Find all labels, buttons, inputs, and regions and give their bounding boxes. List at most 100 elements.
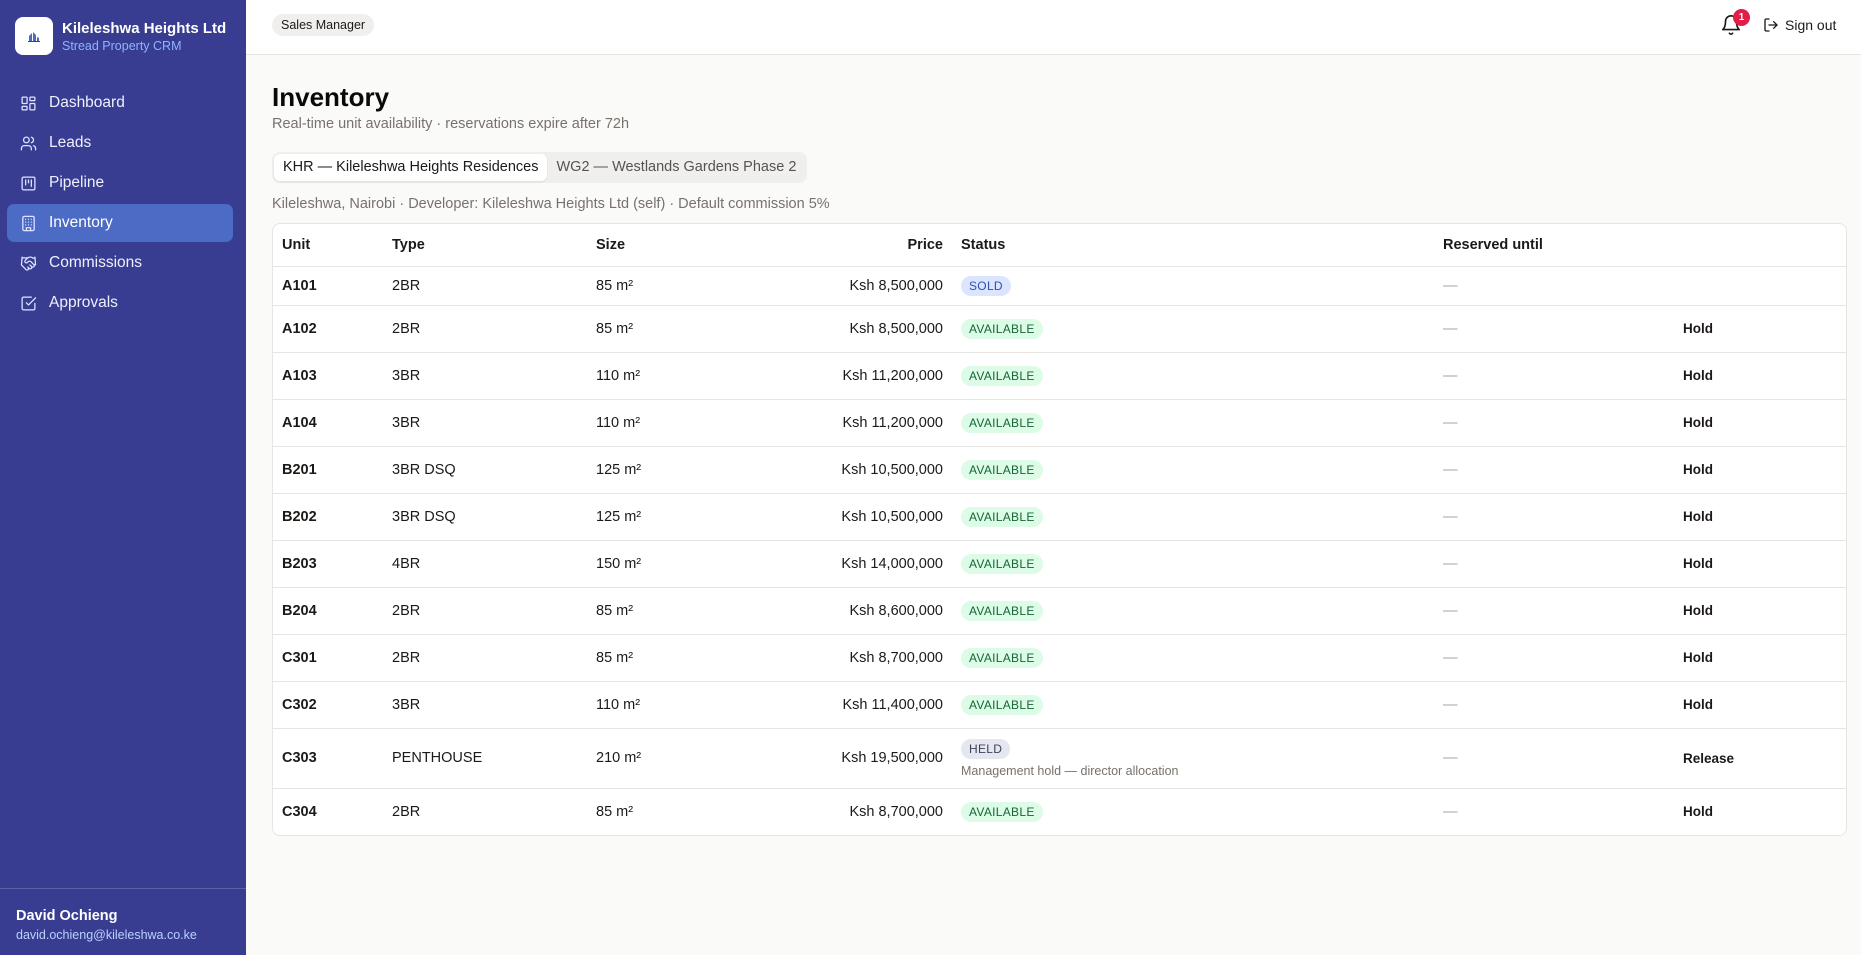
- cell-type: 3BR: [383, 681, 587, 729]
- release-button[interactable]: Release: [1683, 751, 1734, 766]
- cell-action: Hold: [1674, 493, 1846, 541]
- header-status: Status: [952, 224, 1434, 267]
- status-badge: HELD: [961, 738, 1011, 759]
- cell-size: 85 m²: [596, 803, 634, 820]
- company-name: Kileleshwa Heights Ltd: [62, 19, 227, 37]
- cell-type: 2BR: [392, 803, 421, 820]
- hold-button[interactable]: Hold: [1683, 556, 1713, 571]
- cell-price: Ksh 10,500,000: [727, 446, 952, 494]
- cell-price: Ksh 8,700,000: [849, 803, 943, 820]
- users-icon: [19, 134, 37, 152]
- status-badge: AVAILABLE: [961, 694, 1043, 715]
- hold-button[interactable]: Hold: [1683, 697, 1713, 712]
- cell-reserved-until: —: [1434, 540, 1674, 588]
- top-bar: Sales Manager 1 Sign out: [246, 0, 1861, 55]
- cell-unit: C303: [273, 728, 383, 789]
- hold-button[interactable]: Hold: [1683, 804, 1713, 819]
- tab-project-1[interactable]: KHR — Kileleshwa Heights Residences: [274, 154, 548, 181]
- cell-reserved-until: —: [1434, 493, 1674, 541]
- cell-size: 110 m²: [587, 352, 727, 400]
- cell-price: Ksh 19,500,000: [727, 728, 952, 789]
- cell-size: 125 m²: [587, 446, 727, 494]
- cell-price: Ksh 10,500,000: [727, 493, 952, 541]
- cell-type: PENTHOUSE: [383, 728, 587, 789]
- cell-unit: B201: [273, 446, 383, 494]
- cell-type: 3BR DSQ: [383, 493, 587, 541]
- cell-price: Ksh 8,500,000: [727, 305, 952, 353]
- kanban-icon: [19, 174, 37, 192]
- role-badge: Sales Manager: [272, 14, 375, 36]
- brand: Kileleshwa Heights Ltd Stread Property C…: [15, 17, 226, 55]
- hold-button[interactable]: Hold: [1683, 415, 1713, 430]
- sign-out-button[interactable]: Sign out: [1763, 14, 1836, 36]
- header-type: Type: [383, 224, 587, 267]
- sidebar-item-approvals[interactable]: Approvals: [7, 284, 233, 322]
- cell-status: SOLD: [952, 266, 1434, 306]
- header-price: Price: [727, 224, 952, 267]
- status-badge: SOLD: [961, 275, 1011, 296]
- table-row: B202 3BR DSQ 125 m² Ksh 10,500,000 AVAILABLE…: [273, 493, 1846, 541]
- sidebar-item-label: Approvals: [49, 294, 118, 311]
- cell-reserved-until: —: [1434, 305, 1674, 353]
- cell-action: Hold: [1674, 540, 1846, 588]
- handshake-icon: [19, 254, 37, 272]
- user-profile: David Ochieng david.ochieng@kileleshwa.c…: [0, 888, 246, 955]
- building-logo-icon: [15, 17, 53, 55]
- page-subtitle: Real-time unit availability · reservatio…: [272, 116, 630, 132]
- status-badge: AVAILABLE: [961, 459, 1043, 480]
- hold-button[interactable]: Hold: [1683, 321, 1713, 336]
- table-row: A104 3BR 110 m² Ksh 11,200,000 AVAILABLE — Hol…: [273, 399, 1846, 447]
- header-reserved-until: Reserved until: [1434, 224, 1674, 267]
- cell-status: AVAILABLE: [952, 634, 1434, 682]
- cell-action: Hold: [1674, 634, 1846, 682]
- cell-action: Hold: [1674, 788, 1846, 835]
- table-row: B204 2BR 85 m² Ksh 8,600,000 AVAILABLE — Hold: [273, 587, 1846, 635]
- cell-size: 85 m²: [587, 266, 727, 306]
- table-row: B203 4BR 150 m² Ksh 14,000,000 AVAILABLE — Hol…: [273, 540, 1846, 588]
- sidebar-item-leads[interactable]: Leads: [7, 124, 233, 162]
- cell-status: AVAILABLE: [952, 399, 1434, 447]
- cell-type: 2BR: [383, 634, 587, 682]
- tab-project-2[interactable]: WG2 — Westlands Gardens Phase 2: [547, 154, 805, 181]
- cell-action: Hold: [1674, 399, 1846, 447]
- cell-price: Ksh 8,600,000: [727, 587, 952, 635]
- page-title: Inventory: [272, 82, 390, 112]
- cell-status: AVAILABLE: [952, 352, 1434, 400]
- cell-unit: B202: [273, 493, 383, 541]
- sidebar-item-dashboard[interactable]: Dashboard: [7, 84, 233, 122]
- cell-reserved-until: —: [1434, 352, 1674, 400]
- sidebar-item-commissions[interactable]: Commissions: [7, 244, 233, 282]
- hold-button[interactable]: Hold: [1683, 368, 1713, 383]
- cell-reserved-until: —: [1443, 803, 1458, 820]
- sidebar-item-inventory[interactable]: Inventory: [7, 204, 233, 242]
- cell-status: AVAILABLE: [952, 788, 1434, 835]
- cell-status: AVAILABLE: [952, 681, 1434, 729]
- table-row: C301 2BR 85 m² Ksh 8,700,000 AVAILABLE — Hold: [273, 634, 1846, 682]
- hold-button[interactable]: Hold: [1683, 509, 1713, 524]
- user-email: david.ochieng@kileleshwa.co.ke: [16, 928, 197, 942]
- cell-size: 125 m²: [587, 493, 727, 541]
- cell-reserved-until: —: [1434, 399, 1674, 447]
- cell-status: AVAILABLE: [952, 587, 1434, 635]
- hold-button[interactable]: Hold: [1683, 650, 1713, 665]
- sidebar-nav: Dashboard Leads Pipeline Inventory Commissio…: [7, 84, 233, 324]
- cell-action: Hold: [1674, 681, 1846, 729]
- cell-size: 85 m²: [587, 587, 727, 635]
- cell-price: Ksh 11,400,000: [727, 681, 952, 729]
- cell-type: 3BR DSQ: [383, 446, 587, 494]
- sidebar-item-label: Leads: [49, 134, 92, 151]
- cell-reserved-until: —: [1434, 446, 1674, 494]
- hold-button[interactable]: Hold: [1683, 462, 1713, 477]
- table-row: A102 2BR 85 m² Ksh 8,500,000 AVAILABLE — Hold: [273, 305, 1846, 353]
- cell-unit: B203: [273, 540, 383, 588]
- cell-unit: A101: [273, 266, 383, 306]
- table-row: A101 2BR 85 m² Ksh 8,500,000 SOLD —: [273, 266, 1846, 306]
- cell-unit: A103: [273, 352, 383, 400]
- cell-type: 4BR: [383, 540, 587, 588]
- building-icon: [19, 214, 37, 232]
- hold-button[interactable]: Hold: [1683, 603, 1713, 618]
- user-name: David Ochieng: [16, 908, 118, 924]
- project-meta: Kileleshwa, Nairobi · Developer: Kileles…: [272, 196, 830, 212]
- sidebar-item-pipeline[interactable]: Pipeline: [7, 164, 233, 202]
- sign-out-icon: [1764, 18, 1778, 32]
